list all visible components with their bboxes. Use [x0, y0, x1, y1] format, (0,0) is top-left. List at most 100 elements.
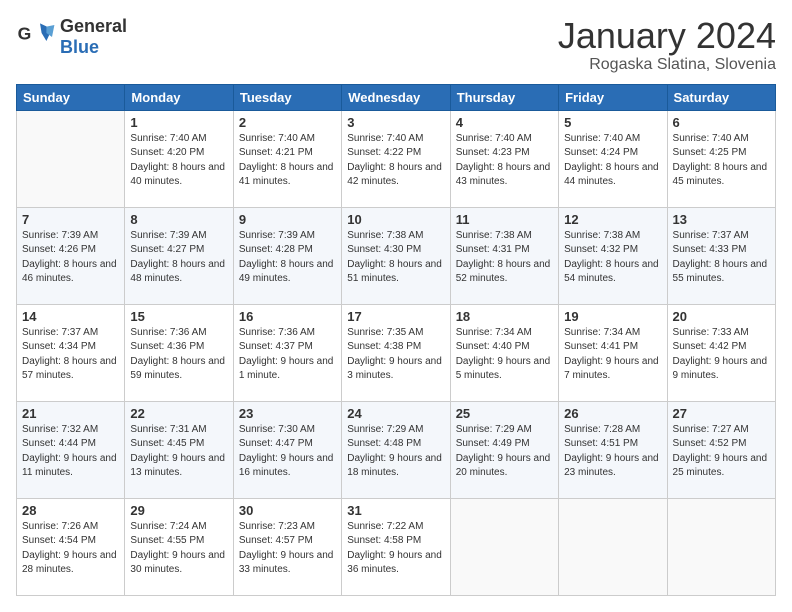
day-number: 2 [239, 115, 336, 130]
day-detail: Sunrise: 7:36 AMSunset: 4:37 PMDaylight:… [239, 326, 336, 384]
calendar-cell: 18 Sunrise: 7:34 AMSunset: 4:40 PMDayligh… [450, 304, 558, 401]
day-number: 23 [239, 406, 336, 421]
calendar-cell: 11 Sunrise: 7:38 AMSunset: 4:31 PMDayligh… [450, 207, 558, 304]
day-detail: Sunrise: 7:39 AMSunset: 4:28 PMDaylight:… [239, 229, 336, 287]
calendar-cell: 29 Sunrise: 7:24 AMSunset: 4:55 PMDayligh… [125, 498, 233, 595]
day-detail: Sunrise: 7:22 AMSunset: 4:58 PMDaylight:… [347, 520, 444, 578]
day-detail: Sunrise: 7:36 AMSunset: 4:36 PMDaylight:… [130, 326, 227, 384]
calendar-cell: 25 Sunrise: 7:29 AMSunset: 4:49 PMDayligh… [450, 401, 558, 498]
calendar-cell: 8 Sunrise: 7:39 AMSunset: 4:27 PMDaylight… [125, 207, 233, 304]
calendar-cell: 12Sunrise: 7:38 AMSunset: 4:32 PMDayligh… [559, 207, 667, 304]
calendar-week-row-1: 7 Sunrise: 7:39 AMSunset: 4:26 PMDaylight… [17, 207, 776, 304]
logo-general-text: General [60, 16, 127, 37]
day-detail: Sunrise: 7:27 AMSunset: 4:52 PMDaylight:… [673, 423, 770, 481]
day-detail: Sunrise: 7:34 AMSunset: 4:40 PMDaylight:… [456, 326, 553, 384]
subtitle: Rogaska Slatina, Slovenia [558, 56, 776, 74]
day-number: 3 [347, 115, 444, 130]
calendar-cell: 30Sunrise: 7:23 AMSunset: 4:57 PMDayligh… [233, 498, 341, 595]
day-detail: Sunrise: 7:40 AMSunset: 4:20 PMDaylight:… [130, 132, 227, 190]
day-number: 25 [456, 406, 553, 421]
calendar-cell: 16 Sunrise: 7:36 AMSunset: 4:37 PMDayligh… [233, 304, 341, 401]
day-detail: Sunrise: 7:29 AMSunset: 4:48 PMDaylight:… [347, 423, 444, 481]
calendar-cell: 3 Sunrise: 7:40 AMSunset: 4:22 PMDaylight… [342, 110, 450, 207]
day-number: 16 [239, 309, 336, 324]
calendar-cell: 2 Sunrise: 7:40 AMSunset: 4:21 PMDaylight… [233, 110, 341, 207]
calendar-cell: 15 Sunrise: 7:36 AMSunset: 4:36 PMDayligh… [125, 304, 233, 401]
calendar-cell: 26Sunrise: 7:28 AMSunset: 4:51 PMDayligh… [559, 401, 667, 498]
logo-icon: G [16, 17, 56, 57]
calendar-header-row: Sunday Monday Tuesday Wednesday Thursday… [17, 84, 776, 110]
day-detail: Sunrise: 7:40 AMSunset: 4:22 PMDaylight:… [347, 132, 444, 190]
header-thursday: Thursday [450, 84, 558, 110]
page: G General Blue January 2024 Rogaska Slat… [0, 0, 792, 612]
day-number: 8 [130, 212, 227, 227]
day-detail: Sunrise: 7:33 AMSunset: 4:42 PMDaylight:… [673, 326, 770, 384]
day-number: 11 [456, 212, 553, 227]
day-detail: Sunrise: 7:29 AMSunset: 4:49 PMDaylight:… [456, 423, 553, 481]
day-number: 24 [347, 406, 444, 421]
day-number: 12 [564, 212, 661, 227]
calendar-cell: 14 Sunrise: 7:37 AMSunset: 4:34 PMDayligh… [17, 304, 125, 401]
title-section: January 2024 Rogaska Slatina, Slovenia [558, 16, 776, 74]
day-detail: Sunrise: 7:40 AMSunset: 4:24 PMDaylight:… [564, 132, 661, 190]
calendar-cell: 1 Sunrise: 7:40 AMSunset: 4:20 PMDaylight… [125, 110, 233, 207]
day-number: 19 [564, 309, 661, 324]
calendar-cell: 6 Sunrise: 7:40 AMSunset: 4:25 PMDaylight… [667, 110, 775, 207]
day-number: 29 [130, 503, 227, 518]
day-number: 18 [456, 309, 553, 324]
day-number: 14 [22, 309, 119, 324]
day-detail: Sunrise: 7:30 AMSunset: 4:47 PMDaylight:… [239, 423, 336, 481]
day-detail: Sunrise: 7:39 AMSunset: 4:26 PMDaylight:… [22, 229, 119, 287]
day-number: 13 [673, 212, 770, 227]
calendar-cell: 31Sunrise: 7:22 AMSunset: 4:58 PMDayligh… [342, 498, 450, 595]
calendar-week-row-0: 1 Sunrise: 7:40 AMSunset: 4:20 PMDaylight… [17, 110, 776, 207]
day-number: 22 [130, 406, 227, 421]
calendar-table: Sunday Monday Tuesday Wednesday Thursday… [16, 84, 776, 596]
day-detail: Sunrise: 7:38 AMSunset: 4:30 PMDaylight:… [347, 229, 444, 287]
day-detail: Sunrise: 7:26 AMSunset: 4:54 PMDaylight:… [22, 520, 119, 578]
day-number: 6 [673, 115, 770, 130]
day-number: 28 [22, 503, 119, 518]
calendar-cell: 4Sunrise: 7:40 AMSunset: 4:23 PMDaylight… [450, 110, 558, 207]
day-detail: Sunrise: 7:39 AMSunset: 4:27 PMDaylight:… [130, 229, 227, 287]
header-friday: Friday [559, 84, 667, 110]
day-detail: Sunrise: 7:34 AMSunset: 4:41 PMDaylight:… [564, 326, 661, 384]
main-title: January 2024 [558, 16, 776, 56]
day-detail: Sunrise: 7:35 AMSunset: 4:38 PMDaylight:… [347, 326, 444, 384]
header: G General Blue January 2024 Rogaska Slat… [16, 16, 776, 74]
header-sunday: Sunday [17, 84, 125, 110]
day-detail: Sunrise: 7:37 AMSunset: 4:34 PMDaylight:… [22, 326, 119, 384]
calendar-cell: 5 Sunrise: 7:40 AMSunset: 4:24 PMDaylight… [559, 110, 667, 207]
header-wednesday: Wednesday [342, 84, 450, 110]
day-number: 17 [347, 309, 444, 324]
day-number: 20 [673, 309, 770, 324]
calendar-cell: 13 Sunrise: 7:37 AMSunset: 4:33 PMDayligh… [667, 207, 775, 304]
calendar-cell [667, 498, 775, 595]
day-number: 10 [347, 212, 444, 227]
calendar-cell [450, 498, 558, 595]
day-detail: Sunrise: 7:37 AMSunset: 4:33 PMDaylight:… [673, 229, 770, 287]
header-saturday: Saturday [667, 84, 775, 110]
calendar-week-row-2: 14 Sunrise: 7:37 AMSunset: 4:34 PMDayligh… [17, 304, 776, 401]
logo: G General Blue [16, 16, 127, 58]
day-detail: Sunrise: 7:24 AMSunset: 4:55 PMDaylight:… [130, 520, 227, 578]
day-number: 21 [22, 406, 119, 421]
day-number: 7 [22, 212, 119, 227]
day-number: 4 [456, 115, 553, 130]
day-detail: Sunrise: 7:28 AMSunset: 4:51 PMDaylight:… [564, 423, 661, 481]
day-number: 5 [564, 115, 661, 130]
day-detail: Sunrise: 7:31 AMSunset: 4:45 PMDaylight:… [130, 423, 227, 481]
day-number: 15 [130, 309, 227, 324]
header-monday: Monday [125, 84, 233, 110]
day-number: 1 [130, 115, 227, 130]
calendar-cell: 7 Sunrise: 7:39 AMSunset: 4:26 PMDaylight… [17, 207, 125, 304]
day-number: 30 [239, 503, 336, 518]
calendar-cell [17, 110, 125, 207]
day-detail: Sunrise: 7:32 AMSunset: 4:44 PMDaylight:… [22, 423, 119, 481]
svg-text:G: G [18, 23, 32, 43]
day-detail: Sunrise: 7:40 AMSunset: 4:21 PMDaylight:… [239, 132, 336, 190]
day-detail: Sunrise: 7:40 AMSunset: 4:25 PMDaylight:… [673, 132, 770, 190]
calendar-cell: 22 Sunrise: 7:31 AMSunset: 4:45 PMDayligh… [125, 401, 233, 498]
day-detail: Sunrise: 7:38 AMSunset: 4:31 PMDaylight:… [456, 229, 553, 287]
calendar-week-row-3: 21 Sunrise: 7:32 AMSunset: 4:44 PMDayligh… [17, 401, 776, 498]
